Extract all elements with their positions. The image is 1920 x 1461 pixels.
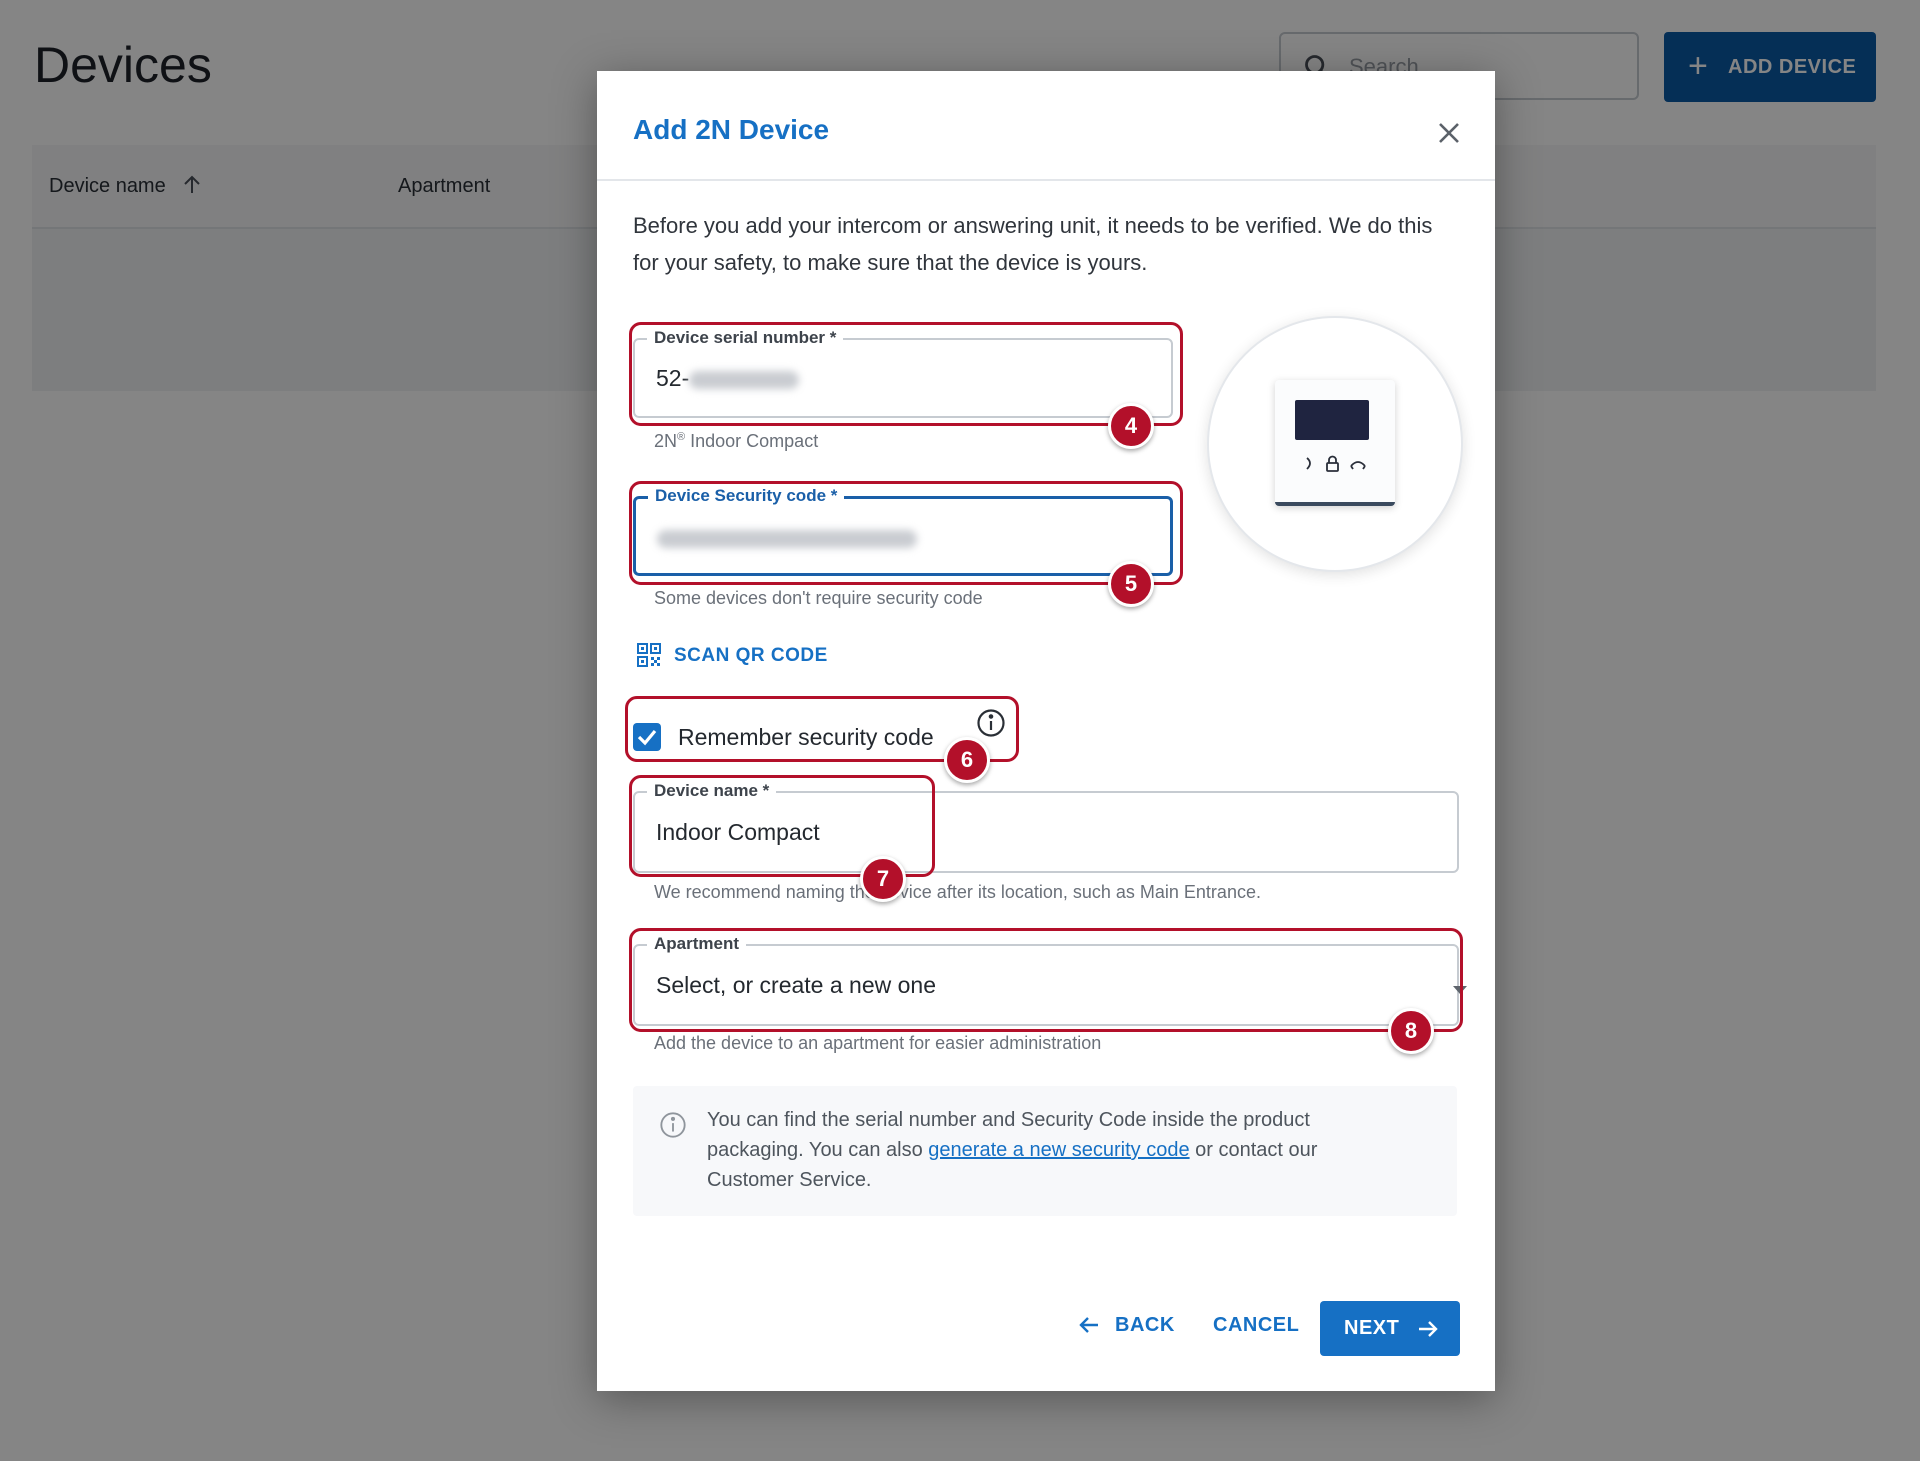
remember-security-code-checkbox[interactable]	[633, 723, 661, 751]
info-icon[interactable]	[976, 708, 1006, 738]
back-label: BACK	[1115, 1314, 1175, 1336]
apartment-select[interactable]: Apartment Select, or create a new one	[633, 934, 1467, 1026]
close-icon[interactable]	[1431, 115, 1467, 151]
security-code-helper: Some devices don't require security code	[654, 588, 983, 608]
info-icon	[660, 1112, 686, 1138]
cancel-label: CANCEL	[1213, 1314, 1300, 1336]
next-label: NEXT	[1344, 1317, 1400, 1339]
callout-badge-6: 6	[944, 737, 990, 783]
apartment-label: Apartment	[647, 934, 747, 954]
security-code-value	[657, 524, 917, 551]
serial-number-field[interactable]: Device serial number * 52-	[633, 328, 1173, 418]
indoor-unit-icon	[1275, 380, 1395, 506]
arrow-left-icon	[1079, 1317, 1098, 1333]
redacted-security-code	[657, 529, 917, 548]
chevron-down-icon	[1453, 986, 1467, 994]
arrow-right-icon	[1419, 1321, 1438, 1337]
apartment-helper: Add the device to an apartment for easie…	[654, 1033, 1102, 1053]
apartment-placeholder: Select, or create a new one	[656, 972, 936, 998]
callout-badge-4: 4	[1108, 403, 1154, 449]
device-name-label: Device name *	[647, 781, 777, 801]
add-device-dialog: Add 2N Device Before you add your interc…	[597, 71, 1495, 1391]
redacted-serial	[689, 370, 800, 389]
cancel-button[interactable]: CANCEL	[1213, 1308, 1303, 1342]
callout-badge-7: 7	[860, 856, 906, 902]
dialog-intro: Before you add your intercom or answerin…	[633, 213, 1433, 275]
serial-number-value: 52-	[656, 365, 800, 392]
scan-qr-code-label: SCAN QR CODE	[674, 645, 828, 666]
serial-number-label: Device serial number *	[647, 328, 844, 348]
device-name-value: Indoor Compact	[656, 819, 820, 845]
unit-screen	[1295, 400, 1369, 440]
next-button[interactable]: NEXT	[1320, 1301, 1460, 1356]
info-text: You can find the serial number and Secur…	[707, 1109, 1318, 1191]
remember-security-code-label: Remember security code	[678, 724, 934, 750]
device-name-helper: We recommend naming the device after its…	[654, 882, 1261, 902]
serial-number-helper: 2N® Indoor Compact	[654, 431, 819, 451]
back-button[interactable]: BACK	[1077, 1308, 1177, 1342]
callout-badge-8: 8	[1388, 1008, 1434, 1054]
checkmark-icon	[637, 729, 657, 746]
unit-buttons-icon	[1306, 455, 1366, 472]
security-code-field[interactable]: Device Security code *	[633, 486, 1173, 576]
device-illustration	[1207, 316, 1463, 572]
callout-badge-5: 5	[1108, 561, 1154, 607]
security-code-label: Device Security code *	[648, 486, 845, 506]
info-box: You can find the serial number and Secur…	[633, 1086, 1457, 1216]
qr-code-icon	[637, 643, 661, 667]
dialog-title: Add 2N Device	[633, 114, 830, 145]
generate-security-code-link[interactable]: generate a new security code	[928, 1139, 1189, 1161]
device-name-field[interactable]: Device name * Indoor Compact	[633, 781, 1459, 873]
dialog-divider	[597, 179, 1495, 181]
